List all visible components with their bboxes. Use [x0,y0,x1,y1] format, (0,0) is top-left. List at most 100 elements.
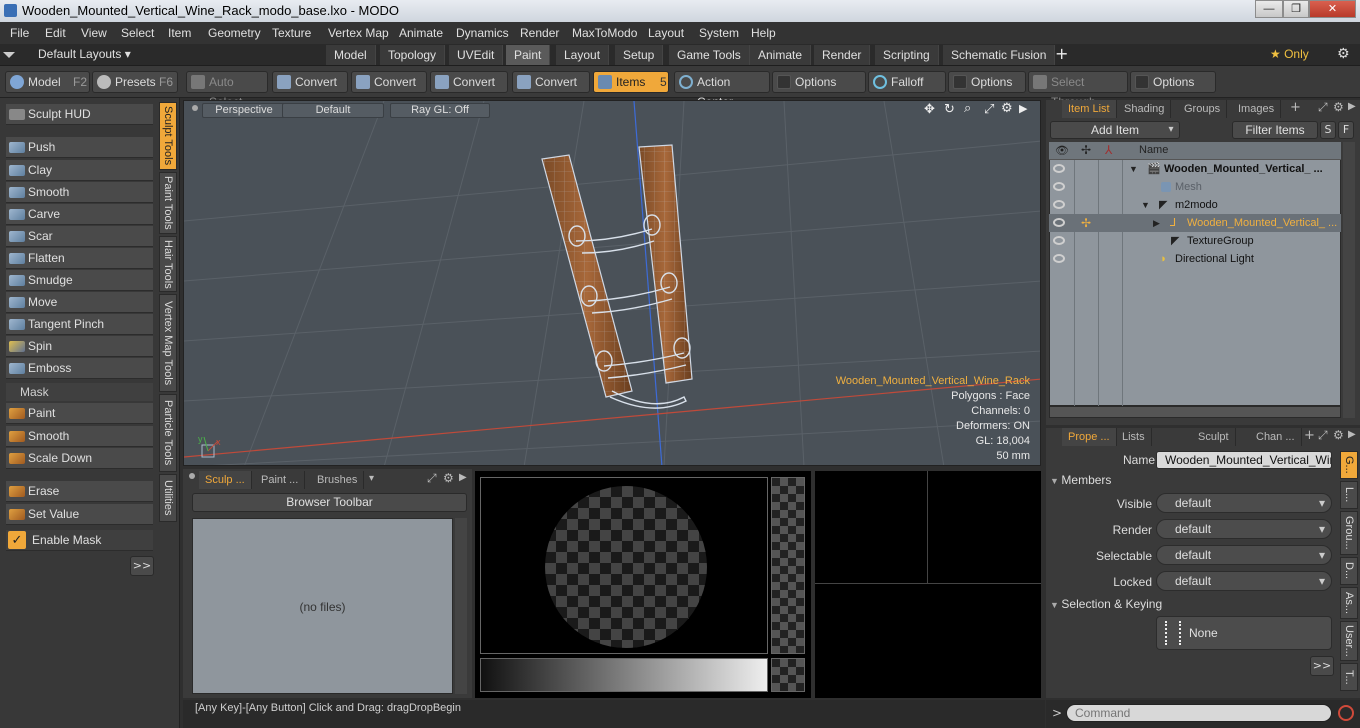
eye-icon[interactable] [1053,254,1065,263]
item-list-vscroll[interactable] [1343,142,1355,418]
tab-brushes[interactable]: Brushes [311,471,365,489]
menu-view[interactable]: View [81,26,107,40]
rotate-icon[interactable]: ↻ [944,102,955,117]
action-center-options-button[interactable]: Options [772,71,866,93]
tool-move[interactable]: Move [6,292,153,313]
auto-select-button[interactable]: Auto Select [186,71,268,109]
tabs-dropdown-icon[interactable]: ▾ [369,473,374,484]
raygl-toggle[interactable]: Ray GL: Off [390,103,490,118]
items-button[interactable]: Items 5 [593,71,669,93]
expand-arrow-icon[interactable]: ▼ [1141,196,1150,214]
mask-scale-down[interactable]: Scale Down [6,448,153,469]
tree-row-m2modo[interactable]: ▼ ◤ m2modo [1049,196,1341,214]
tree-row-mesh[interactable]: Mesh [1049,178,1341,196]
3d-viewport[interactable]: y x Perspective Default Ray GL: Off ✥ ↻ … [183,100,1041,466]
menu-texture[interactable]: Texture [272,26,311,40]
record-icon[interactable] [1338,705,1354,721]
name-column-header[interactable]: Name [1139,144,1168,156]
filter-items-button[interactable]: Filter Items [1232,121,1318,139]
props-expand-button[interactable]: >> [1310,656,1334,676]
tab-render[interactable]: Render [814,45,871,65]
side-tab-l[interactable]: L... [1340,481,1358,509]
file-browser-scrollbar[interactable] [455,518,467,694]
add-tab-icon[interactable]: + [1304,428,1315,443]
tab-channels[interactable]: Chan ... [1250,428,1302,446]
maximize-view-icon[interactable]: ⤢ [984,102,994,117]
selection-keying-section-header[interactable]: ▼ Selection & Keying [1050,597,1332,613]
select-through-button[interactable]: Select Through [1028,71,1128,109]
tab-model[interactable]: Model [326,45,376,65]
tab-item-list[interactable]: Item List [1062,100,1117,118]
select-options-button[interactable]: Options [1130,71,1216,93]
eye-icon[interactable] [1053,236,1065,245]
tree-row-scene[interactable]: ▼ 🎬 Wooden_Mounted_Vertical_ ... [1049,160,1341,178]
menu-geometry[interactable]: Geometry [208,26,261,40]
side-tab-d[interactable]: D... [1340,557,1358,585]
set-value-button[interactable]: Set Value [6,504,153,525]
tab-paint-tools[interactable]: Paint Tools [159,172,177,234]
pan-icon[interactable]: ✥ [924,102,935,117]
tab-uvedit[interactable]: UVEdit [449,45,504,65]
name-field[interactable]: Wooden_Mounted_Vertical_Wine_ [1156,451,1332,469]
eye-icon[interactable] [1053,200,1065,209]
expand-arrow-icon[interactable]: ▼ [1129,160,1138,178]
eye-icon[interactable] [1053,182,1065,191]
add-item-dropdown-icon[interactable]: ▾ [1162,121,1180,139]
menu-render[interactable]: Render [520,26,559,40]
tab-paint[interactable]: Paint [506,45,551,65]
side-tab-assembly[interactable]: As... [1340,587,1358,619]
browser-toolbar-button[interactable]: Browser Toolbar [192,493,467,512]
gear-icon[interactable]: ⚙ [1337,46,1350,62]
mask-paint[interactable]: Paint [6,403,153,424]
convert-materials-button[interactable]: Convert [512,71,590,93]
tab-sculpt-brushes[interactable]: Sculp ... [199,471,252,489]
only-toggle[interactable]: ★ Only [1270,47,1309,61]
expand-button[interactable]: >> [130,556,154,576]
s-toggle[interactable]: S [1320,121,1336,139]
tab-shading[interactable]: Shading [1118,100,1172,118]
tool-smudge[interactable]: Smudge [6,270,153,291]
menu-item[interactable]: Item [168,26,191,40]
brush-gear-icon[interactable]: ⚙ [443,471,454,485]
viewport-gear-icon[interactable]: ⚙ [1001,101,1013,116]
brush-more-icon[interactable]: ▶ [459,472,467,483]
layouts-dropdown[interactable]: Default Layouts ▾ [38,47,131,61]
tool-smooth[interactable]: Smooth [6,182,153,203]
props-gear-icon[interactable]: ⚙ [1333,428,1344,442]
tool-push[interactable]: Push [6,137,153,158]
tab-paint-brushes[interactable]: Paint ... [255,471,306,489]
tab-properties[interactable]: Prope ... [1062,428,1117,446]
view-type-dropdown[interactable]: Perspective [202,103,286,118]
locked-dropdown[interactable]: default [1156,571,1332,591]
viewport-menu-dot-icon[interactable] [192,105,198,111]
expand-icon[interactable]: ⤢ [1318,100,1328,115]
gradient-bar[interactable] [480,658,768,692]
menu-system[interactable]: System [699,26,739,40]
convert-edges-button[interactable]: Convert [351,71,427,93]
tab-lists[interactable]: Lists [1116,428,1152,446]
aux-viewport-panel[interactable] [815,471,1041,698]
tree-row-texturegroup[interactable]: ◤ TextureGroup [1049,232,1341,250]
tab-topology[interactable]: Topology [380,45,446,65]
presets-button[interactable]: Presets F6 [92,71,178,93]
tab-vertex-map-tools[interactable]: Vertex Map Tools [159,294,177,392]
falloff-options-button[interactable]: Options [948,71,1026,93]
add-tab-icon[interactable]: + [1290,100,1301,115]
item-list-scrollbar[interactable] [1049,406,1341,418]
shading-dropdown[interactable]: Default [282,103,384,118]
side-tab-t[interactable]: T... [1340,663,1358,691]
visible-dropdown[interactable]: default [1156,493,1332,513]
current-color-swatch[interactable] [771,658,805,692]
props-more-icon[interactable]: ▶ [1348,429,1356,440]
tab-layout[interactable]: Layout [556,45,610,65]
itemlist-gear-icon[interactable]: ⚙ [1333,100,1344,114]
tool-scar[interactable]: Scar [6,226,153,247]
tab-images[interactable]: Images [1232,100,1282,118]
item-lock-icon[interactable]: ✢ [1081,214,1091,232]
menu-select[interactable]: Select [121,26,154,40]
tree-row-wine-rack-mesh[interactable]: ✢ ▶ ⅃ Wooden_Mounted_Vertical_ ... [1049,214,1341,232]
menu-animate[interactable]: Animate [399,26,443,40]
tab-groups[interactable]: Groups [1178,100,1228,118]
model-button[interactable]: Model F2 [5,71,90,93]
convert-polygons-button[interactable]: Convert [430,71,508,93]
